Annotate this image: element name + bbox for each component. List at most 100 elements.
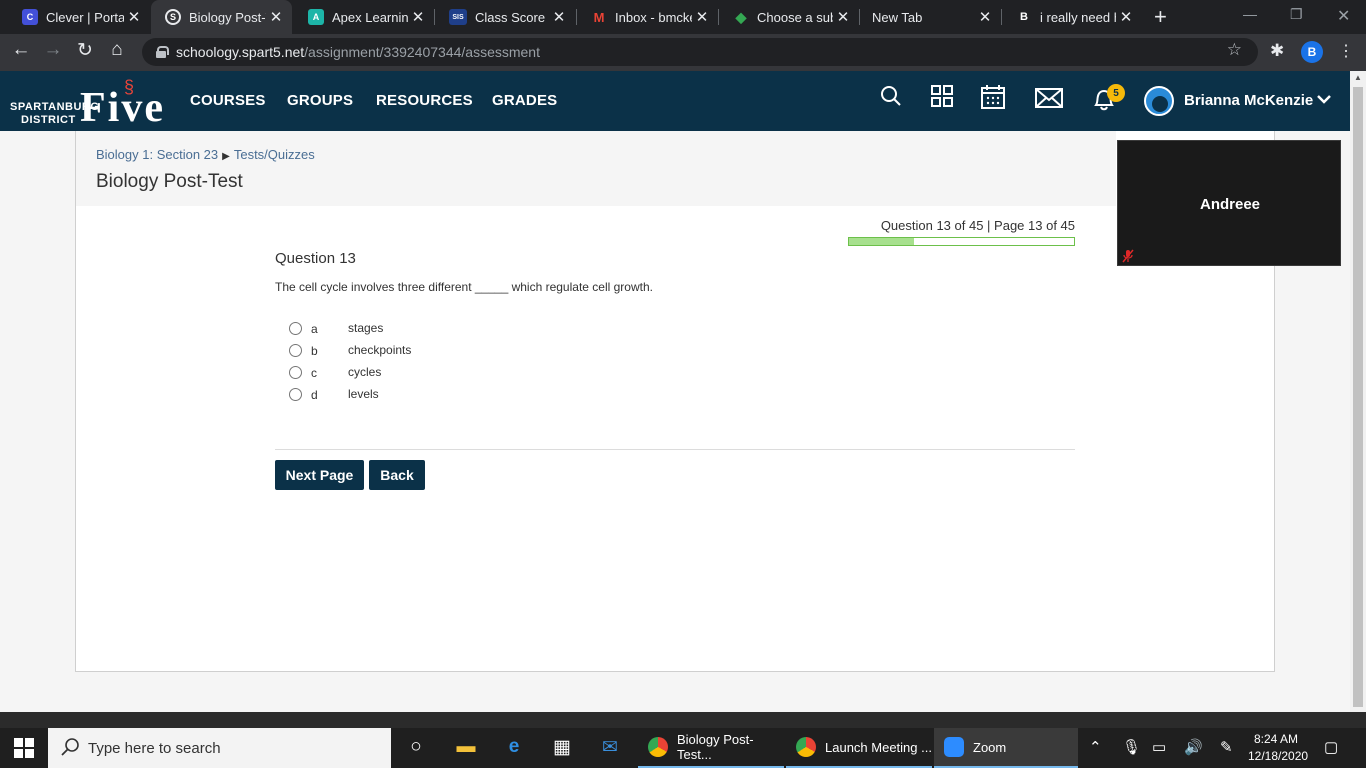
edge-browser-icon[interactable]: e bbox=[500, 736, 528, 758]
browser-toolbar: ← → ↻ ⌂ schoology.spart5.net/assignment/… bbox=[0, 34, 1366, 71]
apex-favicon-icon: A bbox=[308, 9, 324, 25]
site-header: SPARTANBURG DISTRICT Five § COURSES GROU… bbox=[0, 71, 1350, 131]
calendar-icon[interactable] bbox=[981, 85, 1005, 115]
chrome-icon bbox=[648, 737, 668, 757]
district-logo[interactable]: SPARTANBURG DISTRICT Five § bbox=[10, 77, 170, 129]
profile-avatar[interactable]: B bbox=[1301, 41, 1323, 63]
taskbar-app-label: Zoom bbox=[973, 739, 1007, 755]
tab-title: Class Score De bbox=[475, 9, 549, 25]
url-path: /assignment/3392407344/assessment bbox=[304, 44, 540, 60]
chevron-down-icon[interactable] bbox=[1316, 89, 1332, 110]
question-text: The cell cycle involves three different … bbox=[275, 280, 653, 294]
answer-choice-a[interactable]: a stages bbox=[289, 318, 489, 338]
taskbar-app-chrome-launch[interactable]: Launch Meeting ... bbox=[786, 728, 932, 768]
battery-icon[interactable]: ▭ bbox=[1152, 738, 1166, 756]
close-tab-icon[interactable]: ✕ bbox=[975, 8, 995, 26]
taskbar-app-chrome-biology[interactable]: Biology Post-Test... bbox=[638, 728, 784, 768]
scrollbar-thumb[interactable] bbox=[1353, 87, 1363, 707]
taskbar-app-label: Biology Post-Test... bbox=[677, 732, 754, 762]
question-progress-fill bbox=[849, 238, 914, 245]
task-view-icon[interactable]: ○ bbox=[402, 736, 430, 758]
zoom-video-tile[interactable]: Andreee bbox=[1117, 140, 1341, 266]
tab-brainly[interactable]: B i really need h ✕ bbox=[1002, 0, 1142, 34]
page-scrollbar[interactable]: ▲ ▼ bbox=[1350, 71, 1366, 724]
choice-letter: c bbox=[311, 366, 317, 380]
close-tab-icon[interactable]: ✕ bbox=[692, 8, 712, 26]
answer-choice-b[interactable]: b checkpoints bbox=[289, 340, 489, 360]
tab-class-score[interactable]: SIS Class Score De ✕ bbox=[435, 0, 575, 34]
browser-menu-icon[interactable]: ⋮ bbox=[1338, 41, 1354, 61]
taskbar-search-placeholder: Type here to search bbox=[88, 739, 221, 757]
notification-count-badge: 5 bbox=[1107, 84, 1125, 102]
minimize-window-icon[interactable]: — bbox=[1243, 6, 1257, 22]
mail-app-icon[interactable]: ✉ bbox=[596, 736, 624, 759]
tab-biology-post-test[interactable]: S Biology Post-T ✕ bbox=[151, 0, 292, 34]
nav-courses[interactable]: COURSES bbox=[190, 92, 266, 109]
new-tab-plus-icon[interactable]: + bbox=[1154, 4, 1167, 30]
mail-envelope-icon[interactable] bbox=[1035, 88, 1063, 114]
search-icon[interactable] bbox=[880, 85, 902, 113]
forward-arrow-icon[interactable]: → bbox=[40, 39, 66, 61]
question-heading: Question 13 bbox=[275, 250, 356, 267]
clock-time: 8:24 AM bbox=[1253, 732, 1299, 746]
close-tab-icon[interactable]: ✕ bbox=[1116, 8, 1136, 26]
tab-title: Apex Learning bbox=[332, 9, 408, 25]
radio-button[interactable] bbox=[289, 343, 302, 357]
reload-icon[interactable]: ↻ bbox=[72, 39, 98, 62]
breadcrumb: Biology 1: Section 23 ▶ Tests/Quizzes bbox=[96, 147, 315, 162]
next-page-button[interactable]: Next Page bbox=[275, 460, 364, 490]
volume-icon[interactable]: 🔊 bbox=[1184, 738, 1203, 756]
apps-grid-icon[interactable] bbox=[931, 85, 953, 113]
breadcrumb-course-link[interactable]: Biology 1: Section 23 bbox=[96, 147, 218, 162]
taskbar-app-zoom[interactable]: Zoom bbox=[934, 728, 1078, 768]
microsoft-store-icon[interactable]: ▦ bbox=[548, 736, 576, 759]
radio-button[interactable] bbox=[289, 365, 302, 379]
answer-choice-d[interactable]: d levels bbox=[289, 384, 489, 404]
tab-apex-learning[interactable]: A Apex Learning ✕ bbox=[294, 0, 434, 34]
user-avatar[interactable] bbox=[1144, 86, 1174, 116]
close-tab-icon[interactable]: ✕ bbox=[266, 8, 286, 26]
chevron-up-icon[interactable]: ⌃ bbox=[1089, 738, 1102, 756]
choice-letter: b bbox=[311, 344, 318, 358]
nav-grades[interactable]: GRADES bbox=[492, 92, 557, 109]
tab-choose-subject[interactable]: ◆ Choose a subje ✕ bbox=[719, 0, 859, 34]
close-window-icon[interactable]: ✕ bbox=[1337, 6, 1350, 26]
windows-start-icon[interactable] bbox=[14, 738, 34, 758]
radio-button[interactable] bbox=[289, 387, 302, 401]
user-name[interactable]: Brianna McKenzie bbox=[1184, 92, 1313, 109]
tab-new-tab[interactable]: New Tab ✕ bbox=[860, 0, 1001, 34]
back-arrow-icon[interactable]: ← bbox=[8, 39, 34, 61]
extensions-puzzle-icon[interactable]: ✱ bbox=[1270, 41, 1284, 61]
taskbar-top-strip bbox=[0, 712, 1366, 728]
logo-line-2: DISTRICT bbox=[21, 114, 76, 126]
tab-inbox[interactable]: M Inbox - bmcke ✕ bbox=[577, 0, 718, 34]
close-tab-icon[interactable]: ✕ bbox=[124, 8, 144, 26]
back-button[interactable]: Back bbox=[369, 460, 425, 490]
bookmark-star-icon[interactable]: ☆ bbox=[1227, 40, 1242, 60]
home-icon[interactable]: ⌂ bbox=[104, 39, 130, 61]
muted-microphone-icon bbox=[1122, 249, 1134, 266]
nav-resources[interactable]: RESOURCES bbox=[376, 92, 473, 109]
answer-choice-c[interactable]: c cycles bbox=[289, 362, 489, 382]
scroll-up-arrow-icon[interactable]: ▲ bbox=[1354, 73, 1362, 82]
question-progress-bar bbox=[848, 237, 1075, 246]
notification-center-icon[interactable]: ▢ bbox=[1324, 738, 1338, 756]
pen-icon[interactable]: ✎ bbox=[1220, 738, 1233, 756]
close-tab-icon[interactable]: ✕ bbox=[833, 8, 853, 26]
tab-title: Choose a subje bbox=[757, 9, 833, 25]
question-progress-text: Question 13 of 45 | Page 13 of 45 bbox=[880, 218, 1075, 233]
close-tab-icon[interactable]: ✕ bbox=[408, 8, 428, 26]
radio-button[interactable] bbox=[289, 321, 302, 335]
file-explorer-icon[interactable]: ▬ bbox=[452, 736, 480, 758]
nav-groups[interactable]: GROUPS bbox=[287, 92, 353, 109]
taskbar-app-label: Launch Meeting ... bbox=[825, 739, 932, 755]
tab-clever[interactable]: C Clever | Portal ✕ bbox=[8, 0, 150, 34]
close-tab-icon[interactable]: ✕ bbox=[549, 8, 569, 26]
microphone-icon[interactable]: 🎙 bbox=[1122, 738, 1141, 756]
restore-window-icon[interactable]: ❐ bbox=[1290, 6, 1303, 23]
taskbar-search-box[interactable]: Type here to search bbox=[48, 728, 391, 768]
breadcrumb-section-link[interactable]: Tests/Quizzes bbox=[234, 147, 315, 162]
chrome-icon bbox=[796, 737, 816, 757]
address-bar[interactable]: schoology.spart5.net/assignment/33924073… bbox=[142, 38, 1258, 66]
taskbar-clock[interactable]: 8:24 AM 12/18/2020 bbox=[1248, 731, 1308, 765]
